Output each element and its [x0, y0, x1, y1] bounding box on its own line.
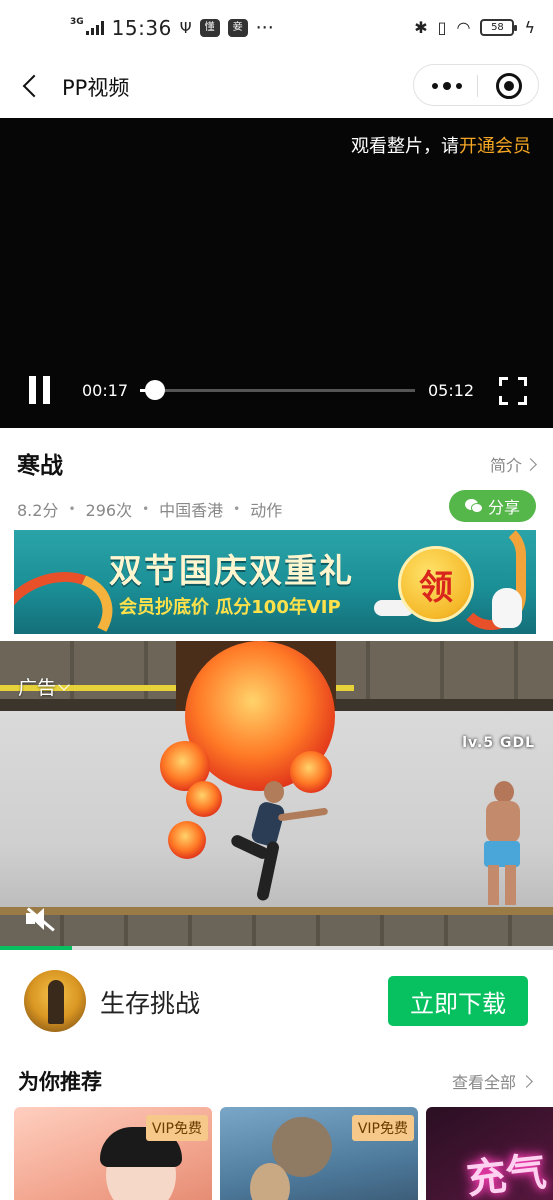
more-notifications-icon: ··· — [255, 17, 274, 39]
movie-views: 296次 — [85, 501, 133, 520]
recommend-card[interactable]: 充气 — [426, 1107, 553, 1200]
video-player[interactable]: 观看整片，请开通会员 00:17 05:12 — [0, 118, 553, 428]
back-icon[interactable] — [18, 70, 48, 102]
banner-subtitle: 会员抄底价 瓜分100年VIP — [119, 597, 341, 618]
view-all-label: 查看全部 — [451, 1073, 516, 1092]
status-bar: 3G 15:36 Ψ 懂 妾 ··· ✱ ▯ ◠ 58 ϟ — [0, 0, 553, 58]
download-button[interactable]: 立即下载 — [388, 976, 528, 1026]
banner-title: 双节国庆双重礼 — [109, 551, 354, 590]
separator-dot: • — [233, 502, 241, 516]
status-right: ✱ ▯ ◠ 58 ϟ — [414, 18, 535, 37]
ad-video[interactable]: lv.5 GDL 广告 — [0, 641, 553, 950]
ad-scene-rail — [336, 685, 354, 691]
nav-bar: PP视频 — [0, 58, 553, 118]
recommend-card[interactable]: VIP免费 — [220, 1107, 418, 1200]
ad-label[interactable]: 广告 — [18, 673, 70, 700]
ad-app-row: 生存挑战 立即下载 — [0, 950, 553, 1046]
runner-character — [200, 781, 330, 911]
view-all-link[interactable]: 查看全部 — [451, 1069, 533, 1093]
movie-meta: 8.2分 • 296次 • 中国香港 • 动作 — [17, 497, 282, 521]
notification-icon: 妾 — [227, 19, 248, 37]
rabbit-illustration — [492, 588, 522, 628]
claim-coin: 领 — [398, 546, 474, 622]
current-time: 00:17 — [82, 381, 129, 400]
progress-slider[interactable] — [140, 380, 415, 400]
promo-banner[interactable]: 双节国庆双重礼 会员抄底价 瓜分100年VIP 领 — [14, 530, 536, 634]
charging-icon: ϟ — [524, 18, 535, 37]
usb-icon: Ψ — [179, 19, 192, 37]
chevron-right-icon — [524, 457, 537, 471]
movie-region: 中国香港 — [159, 501, 224, 520]
recommend-title: 为你推荐 — [18, 1070, 102, 1094]
ad-level-text: lv.5 GDL — [462, 735, 535, 751]
share-label: 分享 — [487, 498, 520, 517]
app-icon — [24, 970, 86, 1032]
miniprogram-capsule — [413, 64, 539, 106]
signal-icon — [85, 21, 104, 35]
capsule-divider — [477, 75, 478, 97]
wechat-icon — [464, 499, 483, 513]
open-vip-link[interactable]: 开通会员 — [459, 136, 531, 157]
vip-tip-text: 观看整片，请 — [351, 136, 459, 157]
mute-icon[interactable] — [24, 905, 56, 933]
separator-dot: • — [142, 502, 150, 516]
poster-neon-text: 充气 — [464, 1148, 549, 1200]
ad-scene-ground — [0, 907, 553, 950]
vibrate-icon: ▯ — [437, 18, 447, 37]
pause-icon[interactable] — [26, 374, 54, 406]
bluetooth-icon: ✱ — [414, 18, 428, 37]
fullscreen-icon[interactable] — [499, 377, 527, 405]
vip-free-badge: VIP免费 — [145, 1115, 208, 1141]
recommend-card[interactable]: VIP免费 — [14, 1107, 212, 1200]
movie-title: 寒战 — [17, 453, 63, 479]
chevron-right-icon — [520, 1074, 533, 1088]
share-button[interactable]: 分享 — [449, 490, 536, 522]
more-icon[interactable] — [422, 69, 472, 103]
app-name: 生存挑战 — [100, 989, 201, 1018]
movie-score: 8.2分 — [17, 501, 59, 520]
network-type: 3G — [70, 17, 84, 27]
boxer-character — [476, 781, 536, 911]
battery-icon: 58 — [480, 19, 518, 36]
vip-free-badge: VIP免费 — [351, 1115, 414, 1141]
notification-icon: 懂 — [199, 19, 220, 37]
total-time: 05:12 — [428, 381, 475, 400]
intro-label: 简介 — [489, 456, 522, 475]
vip-tip: 观看整片，请开通会员 — [351, 132, 531, 158]
progress-thumb[interactable] — [145, 380, 166, 400]
ad-label-text: 广告 — [18, 677, 57, 699]
separator-dot: • — [68, 502, 76, 516]
close-miniprogram-icon[interactable] — [496, 73, 522, 99]
intro-link[interactable]: 简介 — [489, 452, 537, 476]
status-left: 3G 15:36 Ψ 懂 妾 ··· — [70, 16, 274, 40]
status-time: 15:36 — [111, 16, 172, 40]
wifi-icon: ◠ — [456, 18, 471, 37]
page-title: PP视频 — [62, 76, 130, 100]
movie-genre: 动作 — [250, 501, 283, 520]
chevron-down-icon — [58, 678, 70, 691]
